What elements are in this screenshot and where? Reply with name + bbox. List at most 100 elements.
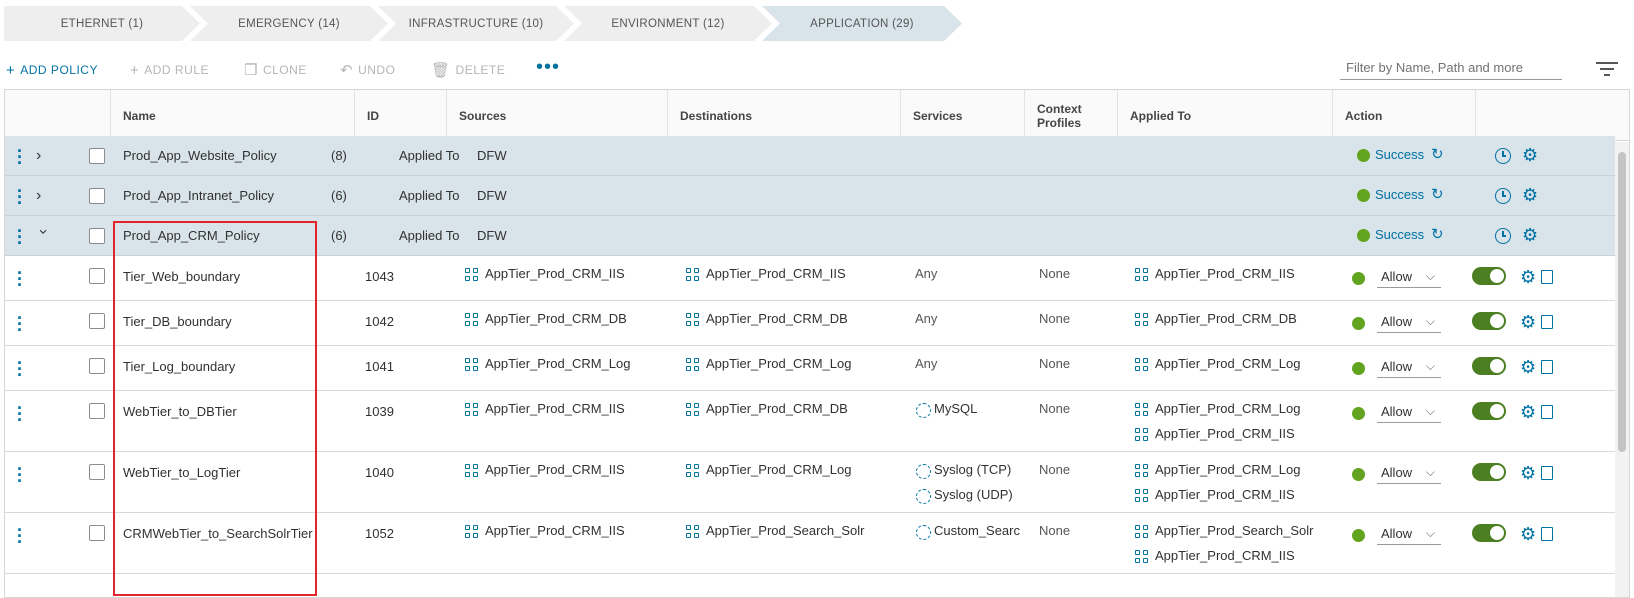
- rule-source[interactable]: AppTier_Prod_CRM_DB: [485, 311, 627, 326]
- rule-applied-to[interactable]: AppTier_Prod_CRM_IIS: [1155, 487, 1295, 502]
- rule-service[interactable]: MySQL: [934, 401, 977, 416]
- column-header-name[interactable]: Name: [110, 90, 354, 141]
- column-header-context-profiles[interactable]: Context Profiles: [1024, 90, 1117, 141]
- edit-icon[interactable]: [1541, 405, 1553, 419]
- chevron-right-icon[interactable]: ›: [36, 188, 50, 204]
- rule-enabled-toggle[interactable]: [1472, 357, 1506, 375]
- gear-icon[interactable]: ⚙: [1520, 358, 1536, 376]
- action-select[interactable]: Allow ⌵: [1377, 356, 1441, 378]
- gear-icon[interactable]: ⚙: [1520, 464, 1536, 482]
- action-select[interactable]: Allow ⌵: [1377, 311, 1441, 333]
- rule-source[interactable]: AppTier_Prod_CRM_IIS: [485, 401, 625, 416]
- policy-row[interactable]: · · · › Prod_App_CRM_Policy (6) Applied To…: [5, 216, 1615, 256]
- policy-row[interactable]: · · · › Prod_App_Website_Policy (8) Applie…: [5, 136, 1615, 176]
- rule-enabled-toggle[interactable]: [1472, 402, 1506, 420]
- gear-icon[interactable]: ⚙: [1520, 525, 1536, 543]
- policy-checkbox[interactable]: [89, 148, 105, 164]
- rule-enabled-toggle[interactable]: [1472, 524, 1506, 542]
- vertical-scrollbar[interactable]: [1615, 142, 1629, 597]
- row-menu-icon[interactable]: · · ·: [15, 399, 25, 429]
- rule-applied-to[interactable]: AppTier_Prod_CRM_IIS: [1155, 548, 1295, 563]
- action-select[interactable]: Allow ⌵: [1377, 266, 1441, 288]
- column-header-action[interactable]: Action: [1332, 90, 1475, 141]
- undo-button[interactable]: ↶ UNDO: [340, 58, 395, 82]
- edit-icon[interactable]: [1541, 315, 1553, 329]
- rule-checkbox[interactable]: [89, 464, 105, 480]
- rule-row[interactable]: · · · WebTier_to_DBTier 1039 AppTier_Prod_…: [5, 391, 1615, 452]
- column-header-destinations[interactable]: Destinations: [667, 90, 900, 141]
- row-menu-icon[interactable]: · · ·: [15, 521, 25, 551]
- rule-checkbox[interactable]: [89, 358, 105, 374]
- chevron-right-icon[interactable]: ›: [36, 148, 50, 164]
- policy-checkbox[interactable]: [89, 228, 105, 244]
- rule-checkbox[interactable]: [89, 403, 105, 419]
- tab-emergency[interactable]: EMERGENCY (14): [190, 6, 388, 41]
- refresh-icon[interactable]: ↻: [1431, 145, 1444, 163]
- rule-destination[interactable]: AppTier_Prod_CRM_IIS: [706, 266, 846, 281]
- column-header-applied-to[interactable]: Applied To: [1117, 90, 1332, 141]
- more-actions-button[interactable]: •••: [536, 57, 560, 77]
- policy-row[interactable]: · · · › Prod_App_Intranet_Policy (6) Appli…: [5, 176, 1615, 216]
- rule-source[interactable]: AppTier_Prod_CRM_IIS: [485, 266, 625, 281]
- rule-applied-to[interactable]: AppTier_Prod_CRM_IIS: [1155, 266, 1295, 281]
- gear-icon[interactable]: ⚙: [1522, 226, 1538, 244]
- edit-icon[interactable]: [1541, 360, 1553, 374]
- rule-row[interactable]: · · · WebTier_to_LogTier 1040 AppTier_Prod…: [5, 452, 1615, 513]
- rule-applied-to[interactable]: AppTier_Prod_CRM_Log: [1155, 401, 1300, 416]
- row-menu-icon[interactable]: · · ·: [15, 309, 25, 339]
- history-icon[interactable]: [1495, 188, 1511, 204]
- rule-checkbox[interactable]: [89, 313, 105, 329]
- delete-button[interactable]: 🗑 DELETE: [431, 58, 505, 82]
- action-select[interactable]: Allow ⌵: [1377, 523, 1441, 545]
- add-rule-button[interactable]: + ADD RULE: [130, 58, 209, 82]
- action-select[interactable]: Allow ⌵: [1377, 401, 1441, 423]
- rule-service[interactable]: Syslog (TCP): [934, 462, 1011, 477]
- clone-button[interactable]: ❐ CLONE: [244, 58, 307, 82]
- gear-icon[interactable]: ⚙: [1522, 186, 1538, 204]
- add-policy-button[interactable]: + ADD POLICY: [6, 58, 98, 82]
- rule-source[interactable]: AppTier_Prod_CRM_IIS: [485, 462, 625, 477]
- rule-source[interactable]: AppTier_Prod_CRM_Log: [485, 356, 630, 371]
- rule-applied-to[interactable]: AppTier_Prod_CRM_Log: [1155, 356, 1300, 371]
- gear-icon[interactable]: ⚙: [1520, 268, 1536, 286]
- column-header-services[interactable]: Services: [900, 90, 1024, 141]
- edit-icon[interactable]: [1541, 466, 1553, 480]
- history-icon[interactable]: [1495, 148, 1511, 164]
- rule-service[interactable]: Custom_Searc: [934, 523, 1020, 538]
- tab-ethernet[interactable]: ETHERNET (1): [4, 6, 200, 41]
- filter-icon[interactable]: [1596, 61, 1618, 77]
- edit-icon[interactable]: [1541, 270, 1553, 284]
- row-menu-icon[interactable]: · · ·: [15, 264, 25, 294]
- tab-environment[interactable]: ENVIRONMENT (12): [564, 6, 772, 41]
- gear-icon[interactable]: ⚙: [1522, 146, 1538, 164]
- rule-checkbox[interactable]: [89, 525, 105, 541]
- rule-destination[interactable]: AppTier_Prod_Search_Solr: [706, 523, 865, 538]
- rule-row[interactable]: · · · Tier_DB_boundary 1042 AppTier_Prod_C…: [5, 301, 1615, 346]
- refresh-icon[interactable]: ↻: [1431, 225, 1444, 243]
- row-menu-icon[interactable]: · · ·: [15, 222, 25, 252]
- filter-input[interactable]: [1340, 56, 1562, 80]
- rule-applied-to[interactable]: AppTier_Prod_CRM_IIS: [1155, 426, 1295, 441]
- row-menu-icon[interactable]: · · ·: [15, 142, 25, 172]
- row-menu-icon[interactable]: · · ·: [15, 182, 25, 212]
- rule-service[interactable]: Syslog (UDP): [934, 487, 1013, 502]
- rule-destination[interactable]: AppTier_Prod_CRM_DB: [706, 311, 848, 326]
- column-header-sources[interactable]: Sources: [446, 90, 667, 141]
- rule-destination[interactable]: AppTier_Prod_CRM_Log: [706, 462, 851, 477]
- gear-icon[interactable]: ⚙: [1520, 403, 1536, 421]
- rule-row[interactable]: · · · Tier_Log_boundary 1041 AppTier_Prod_…: [5, 346, 1615, 391]
- rule-enabled-toggle[interactable]: [1472, 463, 1506, 481]
- history-icon[interactable]: [1495, 228, 1511, 244]
- edit-icon[interactable]: [1541, 527, 1553, 541]
- rule-applied-to[interactable]: AppTier_Prod_CRM_Log: [1155, 462, 1300, 477]
- gear-icon[interactable]: ⚙: [1520, 313, 1536, 331]
- row-menu-icon[interactable]: · · ·: [15, 354, 25, 384]
- column-header-id[interactable]: ID: [354, 90, 446, 141]
- rule-applied-to[interactable]: AppTier_Prod_CRM_DB: [1155, 311, 1297, 326]
- rule-destination[interactable]: AppTier_Prod_CRM_Log: [706, 356, 851, 371]
- rule-applied-to[interactable]: AppTier_Prod_Search_Solr: [1155, 523, 1314, 538]
- policy-checkbox[interactable]: [89, 188, 105, 204]
- rule-checkbox[interactable]: [89, 268, 105, 284]
- rule-row[interactable]: · · · Tier_Web_boundary 1043 AppTier_Prod_…: [5, 256, 1615, 301]
- refresh-icon[interactable]: ↻: [1431, 185, 1444, 203]
